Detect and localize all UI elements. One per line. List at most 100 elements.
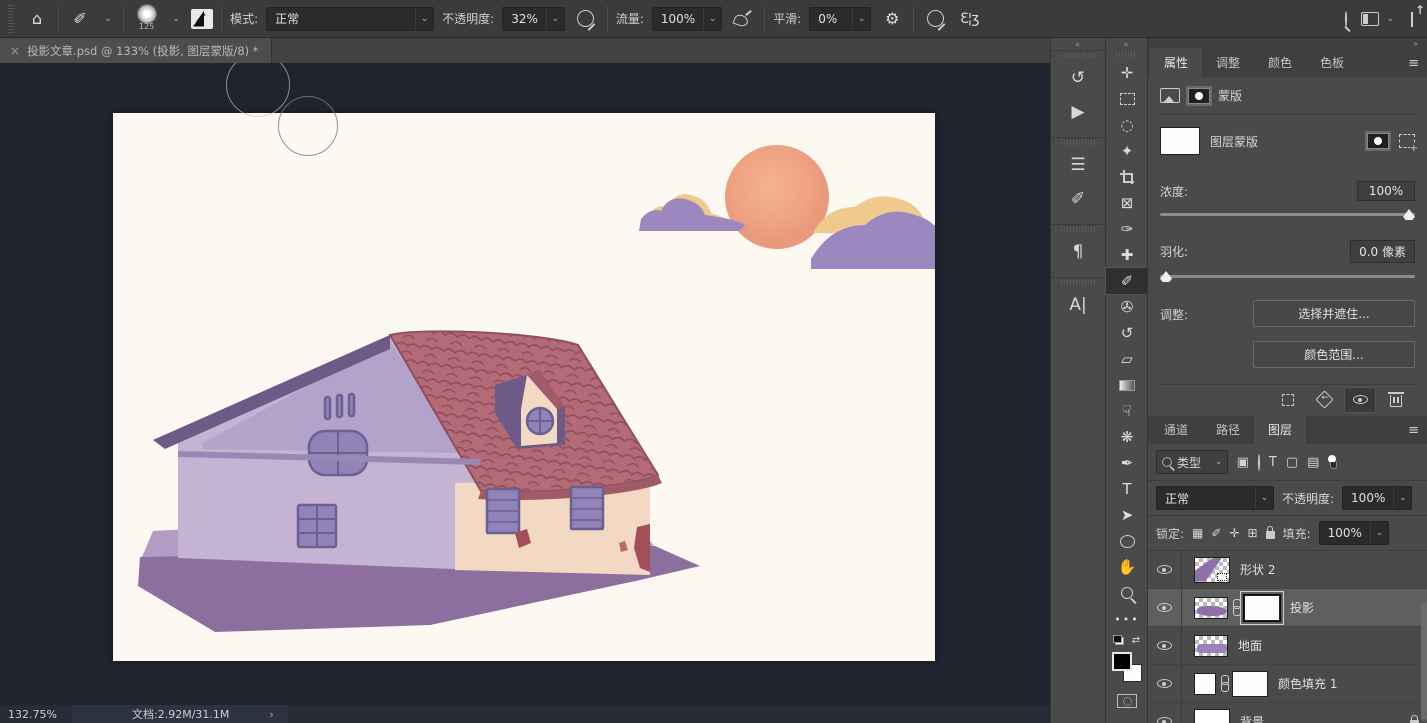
link-mask-icon[interactable]	[1231, 599, 1241, 617]
brushes-panel-icon[interactable]: ✐	[1051, 182, 1105, 216]
lasso-tool[interactable]: ◌	[1106, 112, 1148, 138]
hand-tool[interactable]: ✋	[1106, 554, 1148, 580]
filter-type-select[interactable]: 类型 ⌄	[1156, 450, 1228, 474]
brush-tool[interactable]: ✐	[1106, 268, 1148, 294]
eyedropper-tool[interactable]: ✑	[1106, 216, 1148, 242]
feather-slider-thumb[interactable]	[1160, 271, 1172, 282]
visibility-eye-icon[interactable]	[1148, 665, 1182, 702]
layer-row-shape2[interactable]: 形状 2	[1148, 551, 1427, 589]
lock-pixels-icon[interactable]: ✐	[1211, 526, 1221, 540]
filter-shape-layers-icon[interactable]: ▢	[1286, 455, 1298, 470]
layer-row-ground[interactable]: 地面	[1148, 627, 1427, 665]
layer-row-color-fill[interactable]: 颜色填充 1	[1148, 665, 1427, 703]
document-info[interactable]: 文档:2.92M/31.1M ›	[72, 705, 288, 723]
type-tool[interactable]: T	[1106, 476, 1148, 502]
visibility-eye-icon[interactable]	[1148, 627, 1182, 664]
swap-colors-icon[interactable]: ⇄	[1132, 635, 1140, 646]
visibility-eye-icon[interactable]	[1148, 551, 1182, 588]
character-panel-icon[interactable]: A|	[1051, 288, 1105, 322]
select-and-mask-button[interactable]: 选择并遮住...	[1253, 300, 1415, 327]
layer-thumbnail[interactable]	[1194, 635, 1228, 657]
filter-type-layers-icon[interactable]: T	[1269, 455, 1277, 470]
brush-settings-panel-icon[interactable]: ☰	[1051, 148, 1105, 182]
layer-name[interactable]: 背景	[1240, 713, 1264, 723]
layer-row-background[interactable]: 背景	[1148, 703, 1427, 723]
layer-mask-thumbnail[interactable]	[1160, 127, 1200, 155]
delete-mask-trash-icon[interactable]	[1381, 388, 1411, 412]
blur-tool[interactable]: ❋	[1106, 424, 1148, 450]
layer-thumbnail[interactable]	[1194, 709, 1230, 723]
lock-transparency-icon[interactable]: ▦	[1192, 526, 1203, 540]
foreground-color-swatch[interactable]	[1112, 652, 1132, 671]
frame-tool[interactable]: ⊠	[1106, 190, 1148, 216]
tab-color[interactable]: 颜色	[1254, 48, 1306, 77]
layer-name[interactable]: 地面	[1238, 637, 1262, 654]
density-slider[interactable]	[1160, 213, 1415, 216]
marquee-tool[interactable]	[1106, 86, 1148, 112]
history-panel-icon[interactable]: ↺	[1051, 61, 1105, 95]
fill-select[interactable]: 100% ⌄	[1319, 521, 1389, 545]
layers-scrollbar[interactable]	[1421, 601, 1427, 721]
density-value[interactable]: 100%	[1357, 181, 1415, 201]
clone-stamp-tool[interactable]: ✇	[1106, 294, 1148, 320]
brush-tool-chevron-icon[interactable]: ⌄	[101, 14, 115, 24]
feather-value[interactable]: 0.0 像素	[1350, 240, 1415, 263]
eraser-tool[interactable]: ▱	[1106, 346, 1148, 372]
filter-smart-objects-icon[interactable]: ▤	[1307, 455, 1319, 470]
edit-toolbar-icon[interactable]: •••	[1106, 606, 1148, 632]
tab-adjustments[interactable]: 调整	[1202, 48, 1254, 77]
workspace-switcher[interactable]: ⌄	[1361, 12, 1397, 26]
flow-select[interactable]: 100% ⌄	[652, 7, 722, 31]
symmetry-icon[interactable]: Ɛ¦ʒ	[956, 6, 982, 32]
layer-opacity-select[interactable]: 100% ⌄	[1342, 486, 1412, 510]
panel-menu-icon[interactable]: ≡	[1408, 56, 1419, 71]
airbrush-icon[interactable]	[730, 6, 756, 32]
lock-all-icon[interactable]	[1266, 531, 1275, 539]
tab-layers[interactable]: 图层	[1254, 415, 1306, 444]
status-chevron-icon[interactable]: ›	[269, 708, 273, 721]
pen-tool[interactable]: ✒	[1106, 450, 1148, 476]
brush-preset-picker[interactable]: 125	[132, 4, 162, 34]
filter-toggle-icon[interactable]	[1328, 455, 1336, 469]
visibility-eye-icon[interactable]	[1148, 589, 1182, 626]
layer-thumbnail[interactable]	[1194, 557, 1230, 583]
load-selection-icon[interactable]	[1273, 388, 1303, 412]
add-mask-icon[interactable]	[1399, 134, 1415, 148]
magic-wand-tool[interactable]: ✦	[1106, 138, 1148, 164]
default-colors-icon[interactable]	[1113, 635, 1124, 645]
close-tab-icon[interactable]: ×	[10, 44, 20, 58]
link-mask-icon[interactable]	[1219, 675, 1229, 693]
layer-mask-thumbnail[interactable]	[1244, 595, 1280, 621]
canvas[interactable]	[113, 113, 935, 661]
toggle-brush-settings-icon[interactable]	[191, 9, 213, 29]
layer-row-shadow[interactable]: 投影	[1148, 589, 1427, 627]
zoom-level-field[interactable]: 132.75%	[0, 708, 72, 721]
lock-artboard-icon[interactable]: ⊞	[1248, 526, 1258, 540]
canvas-workspace[interactable]	[0, 63, 1050, 705]
filter-adjustment-layers-icon[interactable]	[1258, 455, 1260, 470]
filter-pixel-layers-icon[interactable]: ▣	[1237, 455, 1249, 470]
mask-visibility-eye-icon[interactable]	[1345, 388, 1375, 412]
layer-name[interactable]: 投影	[1290, 599, 1314, 616]
tab-properties[interactable]: 属性	[1150, 48, 1202, 77]
quick-mask-mode-button[interactable]	[1106, 688, 1148, 714]
zoom-tool[interactable]	[1106, 580, 1148, 606]
actions-panel-icon[interactable]: ▶	[1051, 95, 1105, 129]
color-range-button[interactable]: 颜色范围...	[1253, 341, 1415, 368]
mask-icon[interactable]	[1188, 88, 1210, 104]
smoothing-select[interactable]: 0% ⌄	[809, 7, 871, 31]
mask-badge-icon[interactable]	[1367, 133, 1389, 149]
pixel-layer-icon[interactable]	[1160, 88, 1180, 103]
crop-tool[interactable]	[1106, 164, 1148, 190]
tab-swatches[interactable]: 色板	[1306, 48, 1358, 77]
brush-preset-chevron-icon[interactable]: ⌄	[170, 14, 184, 24]
lock-position-icon[interactable]: ✛	[1229, 526, 1239, 540]
layer-mask-thumbnail[interactable]	[1232, 671, 1268, 697]
layer-name[interactable]: 颜色填充 1	[1278, 675, 1337, 692]
collapse-panels-icon[interactable]: «	[1051, 38, 1105, 50]
visibility-eye-icon[interactable]	[1148, 703, 1182, 723]
panel-menu-icon[interactable]: ≡	[1408, 423, 1419, 438]
smudge-tool[interactable]: ☟	[1106, 398, 1148, 424]
fill-color-thumbnail[interactable]	[1194, 673, 1216, 695]
layer-name[interactable]: 形状 2	[1240, 561, 1275, 578]
